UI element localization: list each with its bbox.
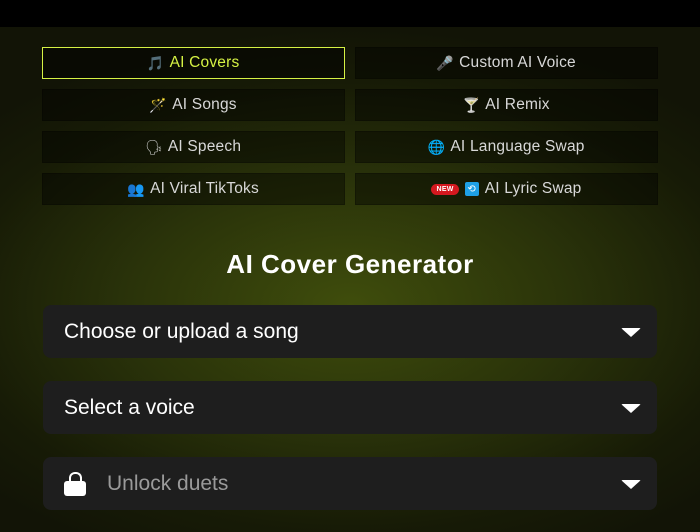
duet-select-label: Unlock duets — [107, 471, 229, 495]
tab-label: AI Language Swap — [450, 138, 585, 155]
feature-tabs: 🎵 AI Covers 🎤 Custom AI Voice 🪄 AI Songs… — [42, 47, 658, 205]
tab-ai-language-swap[interactable]: 🌐 AI Language Swap — [355, 131, 658, 163]
tab-ai-viral-tiktoks[interactable]: 👥 AI Viral TikToks — [42, 173, 345, 205]
music-note-icon: 🎵 — [146, 54, 165, 71]
tab-label: AI Speech — [167, 138, 242, 155]
chevron-down-icon — [621, 327, 641, 337]
song-select[interactable]: Choose or upload a song — [43, 305, 657, 358]
tab-label: AI Viral TikToks — [150, 180, 259, 197]
swap-icon: ⟲ — [464, 182, 479, 196]
tab-label: AI Remix — [485, 96, 550, 113]
page-title: AI Cover Generator — [226, 249, 474, 279]
generator-panel: 🎵 AI Covers 🎤 Custom AI Voice 🪄 AI Songs… — [0, 27, 700, 532]
chevron-down-icon — [621, 403, 641, 413]
tab-label: AI Covers — [169, 54, 240, 71]
tab-label: AI Lyric Swap — [484, 180, 582, 197]
voice-select-label: Select a voice — [64, 395, 195, 419]
microphone-icon: 🎤 — [436, 54, 454, 71]
globe-icon: 🌐 — [427, 138, 446, 155]
speaking-head-icon: 🗣 — [144, 138, 163, 155]
chevron-down-icon — [621, 479, 641, 489]
tab-label: AI Songs — [172, 96, 237, 113]
magic-wand-icon: 🪄 — [149, 96, 168, 113]
tab-ai-remix[interactable]: 🍸 AI Remix — [355, 89, 658, 121]
tab-custom-ai-voice[interactable]: 🎤 Custom AI Voice — [355, 47, 658, 79]
tab-ai-speech[interactable]: 🗣 AI Speech — [42, 131, 345, 163]
people-icon: 👥 — [127, 180, 145, 197]
new-badge: NEW — [431, 183, 459, 195]
tab-ai-songs[interactable]: 🪄 AI Songs — [42, 89, 345, 121]
song-select-label: Choose or upload a song — [64, 319, 299, 343]
tab-label: Custom AI Voice — [459, 54, 576, 71]
cocktail-icon: 🍸 — [462, 96, 481, 113]
duet-select[interactable]: Unlock duets — [43, 457, 657, 510]
lock-icon — [64, 471, 87, 496]
voice-select[interactable]: Select a voice — [43, 381, 657, 434]
tab-ai-covers[interactable]: 🎵 AI Covers — [42, 47, 345, 79]
tab-ai-lyric-swap[interactable]: NEW ⟲ AI Lyric Swap — [355, 173, 658, 205]
